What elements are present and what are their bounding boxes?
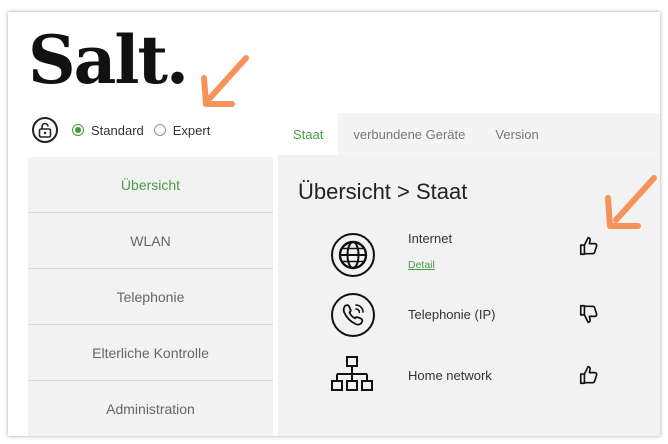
- sidebar-item-wlan[interactable]: WLAN: [28, 213, 273, 269]
- annotation-arrow-icon: [201, 55, 249, 107]
- mode-label-expert: Expert: [172, 122, 211, 138]
- sidebar-item-administration[interactable]: Administration: [28, 381, 273, 436]
- sidebar: Übersicht WLAN Telephonie Elterliche Kon…: [28, 157, 273, 436]
- telephonie-thumbs-down-icon: [579, 304, 598, 324]
- page-title: Übersicht > Staat: [298, 179, 468, 204]
- service-label-telephonie: Telephonie (IP): [408, 307, 496, 322]
- internet-thumbs-up-icon: [579, 236, 598, 256]
- globe-icon: [331, 233, 375, 277]
- sidebar-item-elterliche-kontrolle[interactable]: Elterliche Kontrolle: [28, 325, 273, 381]
- network-icon: [331, 356, 373, 391]
- radio-selected-icon[interactable]: [72, 124, 84, 136]
- internet-detail-link[interactable]: Detail: [408, 259, 435, 271]
- sidebar-item-telephonie[interactable]: Telephonie: [28, 269, 273, 325]
- tab-bar: Staat verbundene Geräte Version: [278, 113, 660, 155]
- tab-verbundene-geraete[interactable]: verbundene Geräte: [338, 113, 480, 155]
- home-network-thumbs-up-icon: [579, 365, 598, 385]
- phone-icon: [331, 293, 375, 337]
- mode-radio-expert[interactable]: Expert: [153, 122, 211, 138]
- radio-unselected-icon[interactable]: [153, 124, 166, 136]
- mode-label-standard: Standard: [91, 122, 144, 138]
- mode-selector: Standard Expert: [32, 116, 210, 144]
- lock-icon[interactable]: [32, 117, 58, 143]
- mode-radio-standard[interactable]: Standard: [72, 123, 144, 138]
- service-label-home-network: Home network: [408, 368, 492, 383]
- annotation-arrow-icon: [605, 175, 657, 229]
- salt-logo: Salt.: [28, 21, 189, 99]
- service-label-internet: Internet: [408, 231, 453, 246]
- tab-version[interactable]: Version: [480, 113, 553, 155]
- sidebar-item-uebersicht[interactable]: Übersicht: [28, 157, 273, 213]
- tab-staat[interactable]: Staat: [278, 113, 339, 155]
